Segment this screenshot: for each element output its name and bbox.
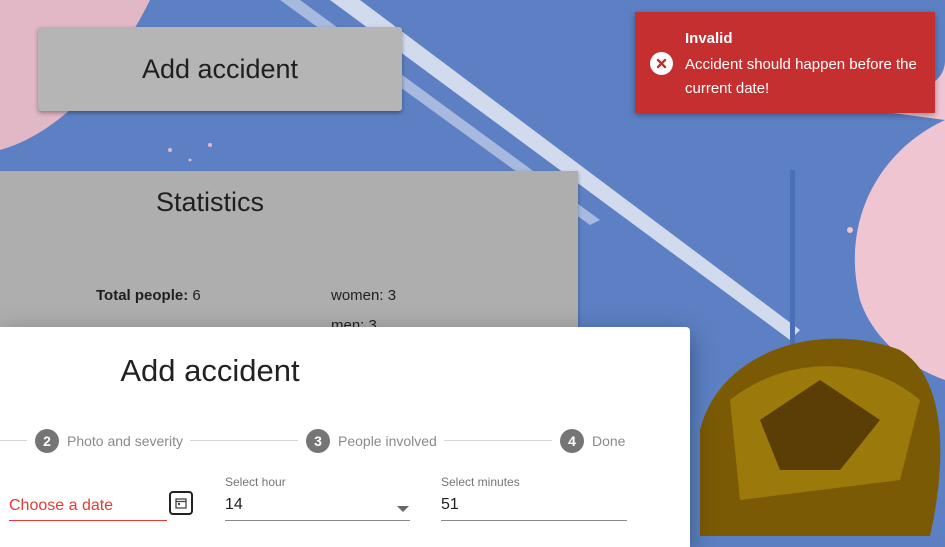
step-label: Done [592,433,626,449]
dialog-title: Add accident [120,353,300,388]
step-label: People involved [338,433,437,449]
step-number: 4 [560,429,584,453]
step-number: 2 [35,429,59,453]
stepper-line [190,440,298,441]
date-input[interactable]: Choose a date [9,497,113,515]
step-number: 3 [306,429,330,453]
total-people-label: Total people: [96,287,189,304]
step-people-involved[interactable]: 3 People involved [306,429,437,453]
step-label: Photo and severity [67,433,183,449]
statistics-card: Statistics Total people: 6 women: 3 men:… [0,171,578,351]
stepper-line [0,440,27,441]
statistics-title: Statistics [155,187,265,217]
toast-title: Invalid [685,30,733,47]
add-accident-dialog: Add accident 2 Photo and severity 3 Peop… [0,327,690,547]
total-people-value: 6 [192,287,201,304]
stepper-line [444,440,552,441]
hour-underline [225,520,410,521]
minutes-label: Select minutes [441,475,520,489]
date-underline [9,520,167,521]
chevron-down-icon[interactable] [397,506,409,512]
minutes-input[interactable]: Select minutes 51 [441,475,627,525]
error-icon [650,52,673,75]
minutes-value[interactable]: 51 [441,496,459,514]
date-field[interactable]: Choose a date [9,467,195,522]
women-count: women: 3 [331,287,397,304]
hour-select[interactable]: Select hour 14 [225,475,410,525]
error-toast[interactable]: Invalid Accident should happen before th… [635,12,935,113]
step-photo-severity[interactable]: 2 Photo and severity [35,429,183,453]
hour-select-label: Select hour [225,475,286,489]
calendar-icon[interactable] [169,491,193,515]
add-accident-button[interactable]: Add accident [38,27,402,111]
toast-message: Accident should happen before the curren… [685,56,917,97]
step-done[interactable]: 4 Done [560,429,625,453]
minutes-underline [441,520,627,521]
hour-select-value[interactable]: 14 [225,496,243,514]
total-people: Total people: 6 [96,287,201,304]
add-accident-label: Add accident [141,53,299,84]
